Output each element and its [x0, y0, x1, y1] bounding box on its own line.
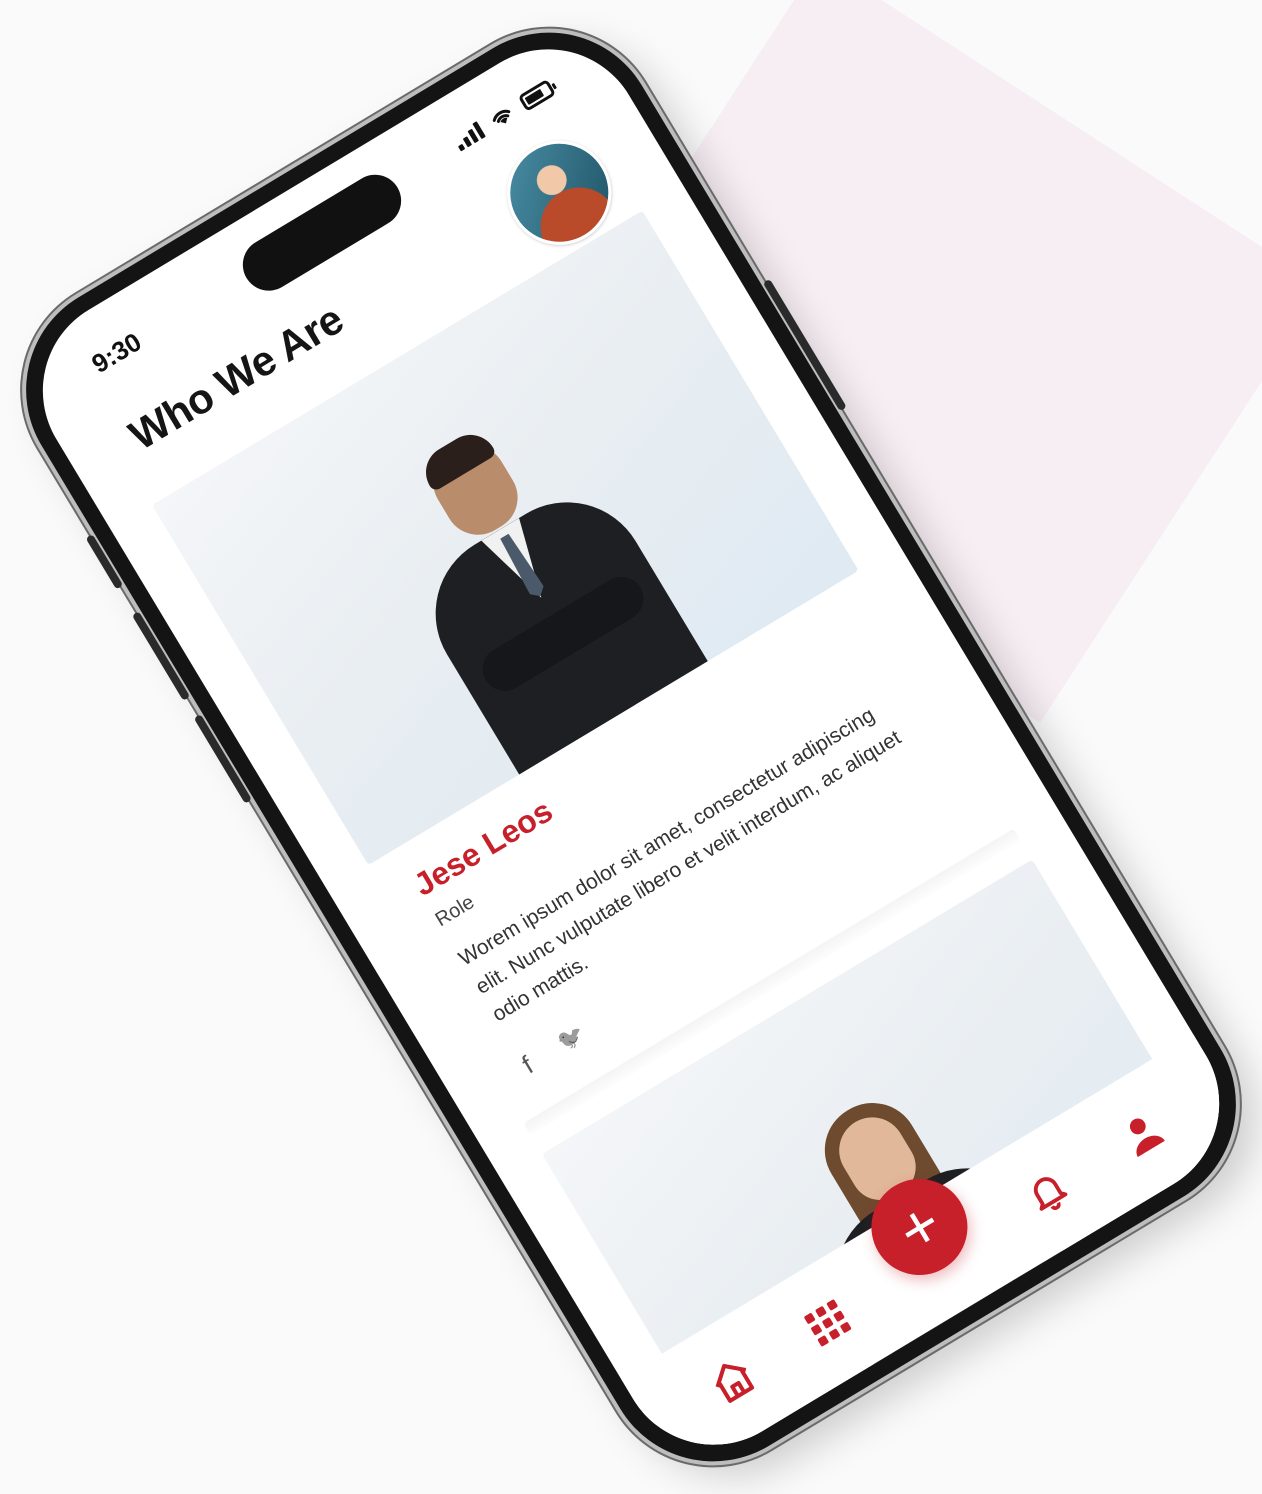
status-icons	[452, 78, 557, 152]
status-time: 9:30	[86, 326, 147, 379]
plus-icon: +	[884, 1186, 954, 1268]
wifi-icon	[492, 109, 511, 124]
bell-icon[interactable]	[1006, 1150, 1088, 1232]
user-icon[interactable]	[1101, 1093, 1183, 1175]
dynamic-island	[233, 165, 411, 301]
cellular-signal-icon	[452, 121, 486, 152]
battery-icon	[517, 78, 557, 112]
facebook-icon[interactable]: f	[516, 1050, 538, 1080]
home-icon[interactable]	[692, 1339, 774, 1421]
grid-icon[interactable]	[786, 1282, 868, 1364]
twitter-icon[interactable]: 🐦	[553, 1020, 590, 1056]
